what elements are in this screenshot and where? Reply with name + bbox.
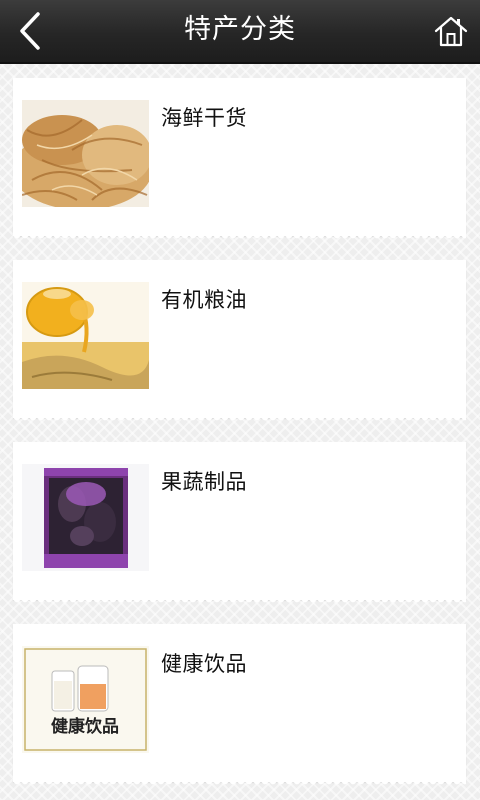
page-title: 特产分类 [184,14,296,45]
back-button[interactable] [10,8,50,54]
category-card-seafood[interactable]: 海鲜干货 [13,78,466,242]
category-label: 健康饮品 [161,652,247,676]
category-label: 有机粮油 [161,288,247,312]
health-drinks-image: 健康饮品 [22,646,149,753]
top-bar: 特产分类 [0,0,480,64]
category-card-fruit-veg[interactable]: 果蔬制品 [13,442,466,606]
home-button[interactable] [430,10,472,52]
cooking-oil-image [22,282,149,389]
home-icon [434,16,468,47]
packaged-dried-fruit-image [22,464,149,571]
category-label: 果蔬制品 [161,470,247,494]
category-card-oil[interactable]: 有机粮油 [13,260,466,424]
drinks-image-caption: 健康饮品 [51,716,119,737]
category-card-drinks[interactable]: 健康饮品 健康饮品 [13,624,466,788]
dried-seafood-image [22,100,149,207]
category-label: 海鲜干货 [161,106,247,130]
chevron-left-icon [20,12,40,50]
